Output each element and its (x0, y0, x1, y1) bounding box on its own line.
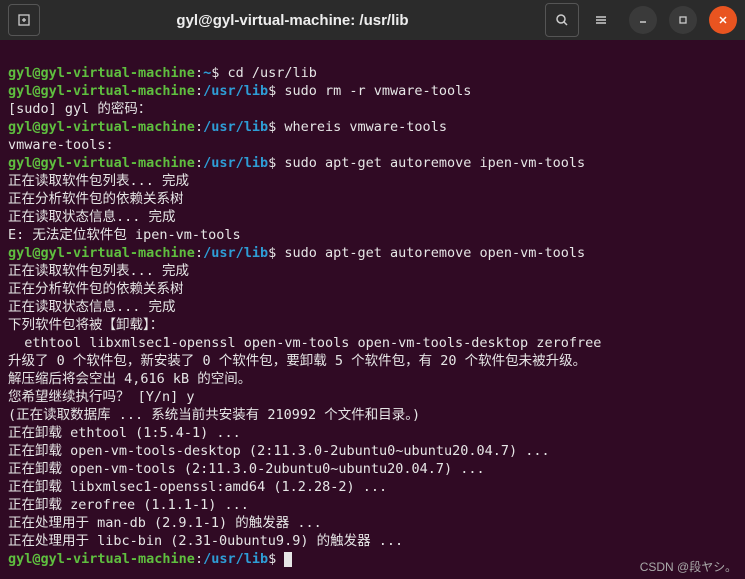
cmd-text: sudo apt-get autoremove ipen-vm-tools (284, 155, 585, 171)
output-line: 正在读取状态信息... 完成 (8, 209, 176, 225)
close-button[interactable] (709, 6, 737, 34)
output-line: (正在读取数据库 ... 系统当前共安装有 210992 个文件和目录。) (8, 407, 420, 423)
output-line: 正在读取状态信息... 完成 (8, 299, 176, 315)
output-line: 正在卸载 zerofree (1.1.1-1) ... (8, 497, 249, 513)
menu-button[interactable] (585, 4, 617, 36)
cmd-text: cd /usr/lib (228, 65, 317, 81)
output-line: 正在卸载 ethtool (1:5.4-1) ... (8, 425, 241, 441)
minimize-button[interactable] (629, 6, 657, 34)
output-line: 解压缩后将会空出 4,616 kB 的空间。 (8, 371, 251, 387)
cmd-text: sudo apt-get autoremove open-vm-tools (284, 245, 585, 261)
output-line: 正在处理用于 man-db (2.9.1-1) 的触发器 ... (8, 515, 322, 531)
output-line: vmware-tools: (8, 137, 114, 153)
terminal[interactable]: gyl@gyl-virtual-machine:~$ cd /usr/lib g… (0, 40, 745, 579)
window-titlebar: gyl@gyl-virtual-machine: /usr/lib (0, 0, 745, 40)
output-line: ethtool libxmlsec1-openssl open-vm-tools… (8, 335, 601, 351)
window-title: gyl@gyl-virtual-machine: /usr/lib (50, 12, 535, 29)
output-line: E: 无法定位软件包 ipen-vm-tools (8, 227, 241, 243)
search-button[interactable] (545, 3, 579, 37)
cmd-text: whereis vmware-tools (284, 119, 447, 135)
output-line: 正在卸载 open-vm-tools-desktop (2:11.3.0-2ub… (8, 443, 550, 459)
output-line: 正在处理用于 libc-bin (2.31-0ubuntu9.9) 的触发器 .… (8, 533, 403, 549)
cursor (284, 552, 292, 567)
output-line: 正在读取软件包列表... 完成 (8, 173, 189, 189)
output-line: 正在分析软件包的依赖关系树 (8, 281, 184, 297)
output-line: 正在卸载 open-vm-tools (2:11.3.0-2ubuntu0~ub… (8, 461, 485, 477)
output-line: 下列软件包将被【卸载】： (8, 317, 163, 333)
watermark: CSDN @段ヤシ。 (640, 558, 737, 575)
new-tab-button[interactable] (8, 4, 40, 36)
prompt-path: ~ (203, 65, 211, 81)
output-line: 升级了 0 个软件包，新安装了 0 个软件包，要卸载 5 个软件包，有 20 个… (8, 353, 586, 369)
maximize-button[interactable] (669, 6, 697, 34)
output-line: 正在分析软件包的依赖关系树 (8, 191, 184, 207)
output-line: 正在读取软件包列表... 完成 (8, 263, 189, 279)
prompt-user: gyl@gyl-virtual-machine (8, 65, 195, 81)
output-line: [sudo] gyl 的密码： (8, 101, 151, 117)
cmd-text: sudo rm -r vmware-tools (284, 83, 471, 99)
output-line: 您希望继续执行吗？ [Y/n] y (8, 389, 195, 405)
output-line: 正在卸载 libxmlsec1-openssl:amd64 (1.2.28-2)… (8, 479, 387, 495)
